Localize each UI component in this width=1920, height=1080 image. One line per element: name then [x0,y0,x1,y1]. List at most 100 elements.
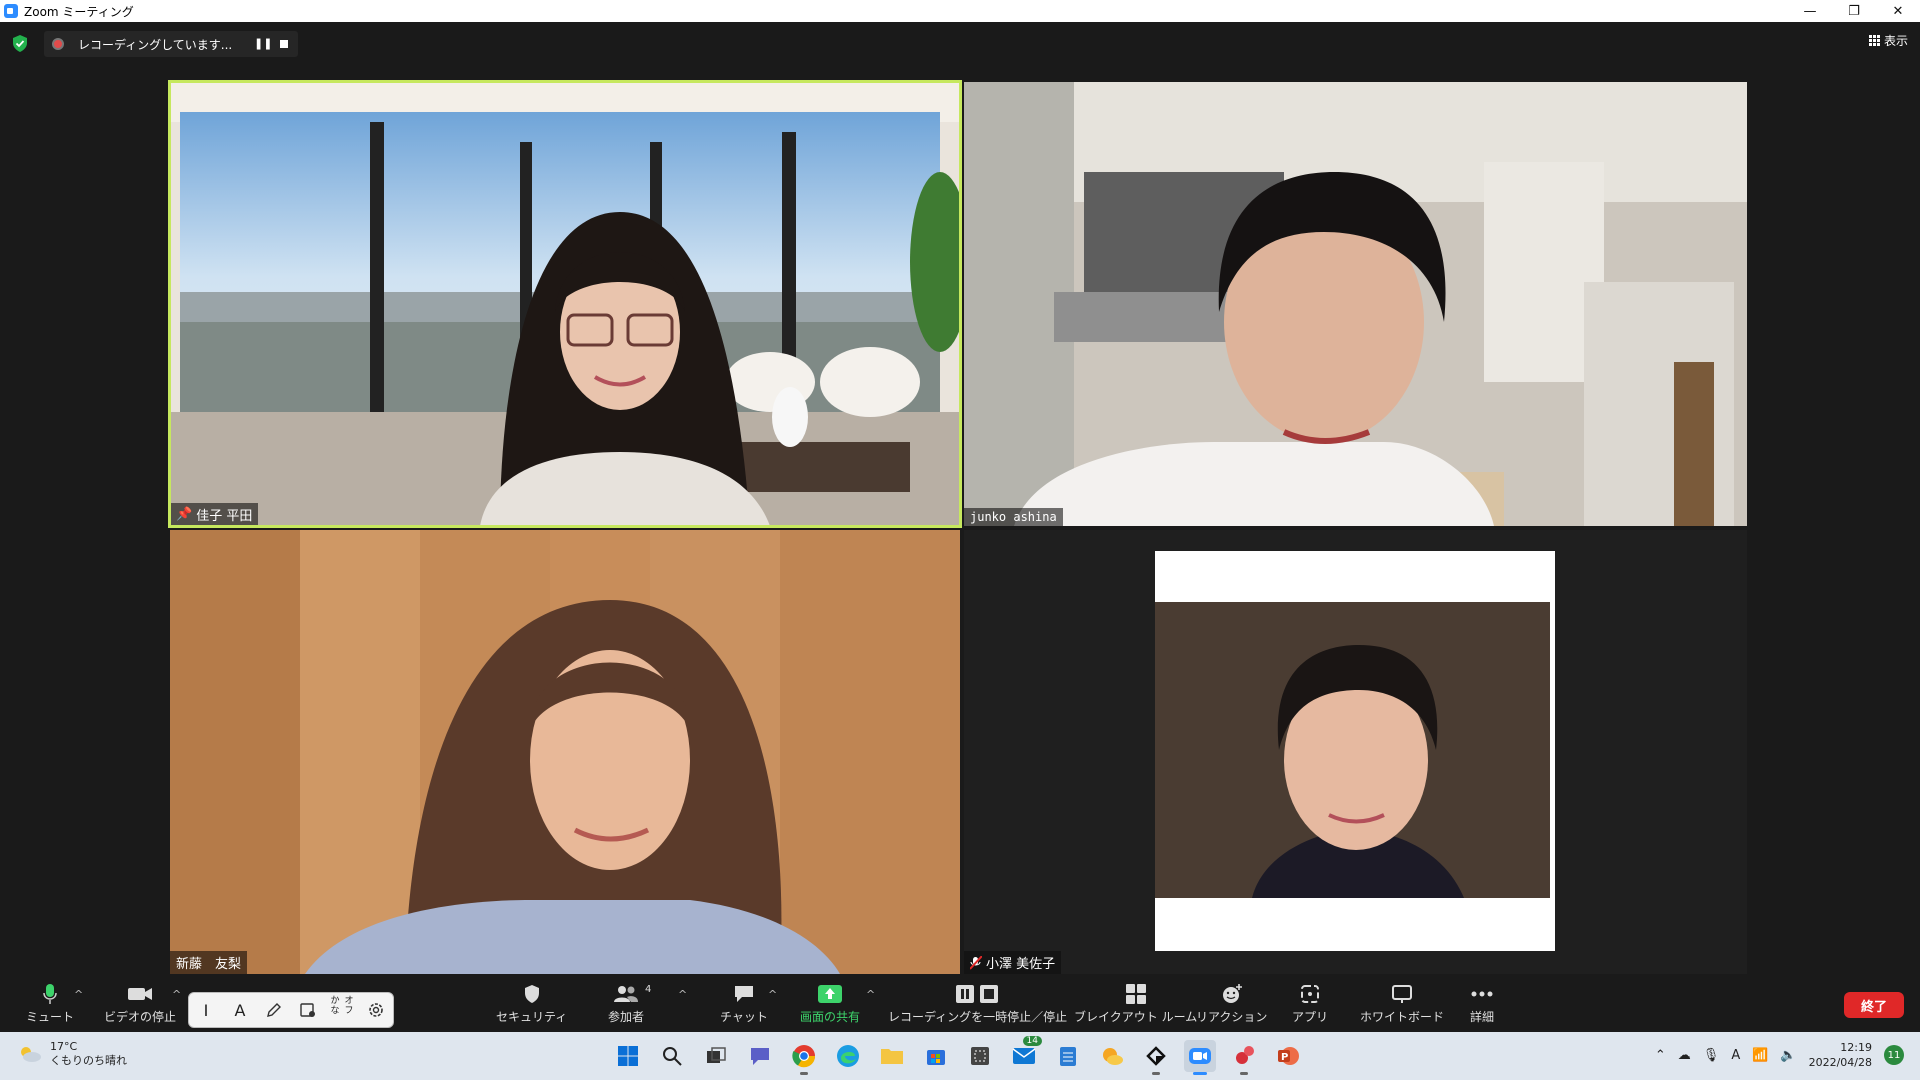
video-tile-participant-2[interactable]: junko ashina [964,82,1747,526]
kana-line-2: オフ [344,996,354,1016]
svg-text:P: P [1281,1052,1288,1063]
stop-video-button[interactable]: ビデオの停止 [104,982,176,1025]
participant-1-video [170,82,960,526]
start-button[interactable] [612,1040,644,1072]
notification-count-badge[interactable]: 11 [1884,1045,1904,1065]
zoom-app[interactable] [1184,1040,1216,1075]
wifi-icon[interactable]: 📶 [1752,1048,1768,1063]
powerpoint-icon: P [1278,1047,1299,1065]
clock[interactable]: 12:19 2022/04/28 [1809,1040,1872,1070]
microphone-icon [43,984,57,1004]
stop-recording-icon[interactable] [280,40,288,48]
ime-pad-icon[interactable] [294,996,322,1024]
encryption-shield-icon[interactable] [12,35,28,52]
weather-app[interactable] [1096,1040,1128,1072]
sticky-pin-icon [1236,1046,1254,1064]
video-options-caret[interactable]: ^ [172,988,181,1001]
store-app[interactable] [920,1040,952,1072]
video-camera-icon [128,988,152,1000]
mail-envelope-icon [1012,1048,1036,1064]
tray-microphone-icon[interactable]: 🎙 [1703,1048,1720,1063]
folder-icon [881,1049,903,1064]
share-screen-button[interactable]: 画面の共有 [800,982,860,1025]
share-options-caret[interactable]: ^ [866,988,875,1001]
participants-icon [614,986,638,1002]
more-button[interactable]: 詳細 [1470,982,1494,1025]
video-tile-participant-4[interactable]: 小澤 美佐子 [964,530,1747,974]
weather-temperature: 17°C [50,1040,78,1053]
mute-button[interactable]: ミュート [26,982,74,1025]
participants-options-caret[interactable]: ^ [678,988,687,1001]
close-button[interactable]: ✕ [1876,0,1920,22]
zoom-video-icon [1189,1048,1211,1064]
chatgpt-like-app[interactable] [1140,1040,1172,1075]
participants-button[interactable]: 参加者 [608,982,644,1025]
clock-time: 12:19 [1840,1041,1872,1054]
participant-3-video [170,530,960,974]
end-meeting-button[interactable]: 終了 [1844,992,1904,1018]
breakout-rooms-button[interactable]: ブレイクアウト ルーム [1074,982,1197,1025]
clock-date: 2022/04/28 [1808,1056,1872,1069]
restore-button[interactable]: ❐ [1832,0,1876,22]
windows-taskbar: 17°C くもりのち晴れ 14 P ⌃ ☁ 🎙 A 📶 🔈 12:19 2022… [0,1032,1920,1080]
recording-status-text: レコーディングしています... [78,37,233,52]
mute-label: ミュート [26,1010,75,1024]
chat-options-caret[interactable]: ^ [768,988,777,1001]
share-screen-icon [818,985,842,1003]
meeting-toolbar: ミュート ^ ビデオの停止 ^ I A かな オフ セキュリティ 参加者 4 ^ [0,978,1920,1032]
partly-cloudy-icon [21,1047,41,1062]
participant-name: 佳子 平田 [196,509,253,524]
ime-input-mode[interactable]: A [226,996,254,1024]
teams-chat-app[interactable] [744,1040,776,1072]
ime-cursor-mode[interactable]: I [192,996,220,1024]
edge-icon [837,1045,859,1067]
whiteboard-label: ホワイトボード [1360,1010,1445,1024]
windows-logo-icon [618,1046,638,1066]
notepad-app[interactable] [1052,1040,1084,1072]
recording-dot-icon [52,38,64,50]
window-title: Zoom ミーティング [24,4,134,19]
pause-recording-icon[interactable]: ❚❚ [254,38,272,50]
apps-button[interactable]: アプリ [1292,982,1328,1025]
audio-options-caret[interactable]: ^ [74,988,83,1001]
ime-settings-gear-icon[interactable] [362,996,390,1024]
mail-unread-badge: 14 [1022,1036,1042,1046]
onedrive-cloud-icon[interactable]: ☁ [1678,1048,1691,1063]
snipping-tool-app[interactable] [964,1040,996,1072]
weather-widget[interactable]: 17°C くもりのち晴れ [18,1040,127,1068]
pin-icon: 📌 [176,507,193,522]
video-tile-participant-1[interactable]: 📌 佳子 平田 [170,82,960,526]
participant-name-tag: 新藤 友梨 [170,951,248,974]
security-shield-icon [524,985,539,1003]
view-button[interactable]: 表示 [1868,32,1908,49]
video-tile-participant-3[interactable]: 新藤 友梨 [170,530,960,974]
recording-control-label: レコーディングを一時停止／停止 [888,1010,1068,1024]
pinned-app-red[interactable] [1228,1040,1260,1075]
chrome-app[interactable] [788,1040,820,1075]
mail-app[interactable]: 14 [1008,1036,1042,1072]
powerpoint-app[interactable]: P [1272,1040,1304,1072]
security-button[interactable]: セキュリティ [496,982,567,1025]
ime-indicator[interactable]: A [1731,1048,1740,1063]
participant-name-tag: junko ashina [964,508,1063,526]
whiteboard-icon [1392,985,1412,1003]
kana-off-toggle[interactable]: かな オフ [328,996,356,1024]
task-view-button[interactable] [700,1040,732,1072]
handwriting-pen-icon[interactable] [260,996,288,1024]
recording-indicator: レコーディングしています... ❚❚ [44,31,298,57]
participant-4-video [964,530,1747,974]
minimize-button[interactable]: — [1788,0,1832,22]
reactions-button[interactable]: リアクション [1196,982,1267,1025]
participant-2-video [964,82,1747,526]
taskbar-search[interactable] [656,1040,688,1072]
breakout-rooms-icon [1125,984,1146,1004]
edge-app[interactable] [832,1040,864,1072]
participants-label: 参加者 [608,1010,645,1024]
tray-overflow-chevron-icon[interactable]: ⌃ [1655,1048,1666,1063]
speaker-volume-icon[interactable]: 🔈 [1780,1048,1796,1063]
whiteboard-button[interactable]: ホワイトボード [1360,982,1444,1025]
system-tray: ⌃ ☁ 🎙 A 📶 🔈 12:19 2022/04/28 11 [1655,1040,1904,1070]
chat-button[interactable]: チャット [720,982,768,1025]
recording-control-button[interactable]: レコーディングを一時停止／停止 [888,982,1067,1025]
file-explorer-app[interactable] [876,1040,908,1072]
